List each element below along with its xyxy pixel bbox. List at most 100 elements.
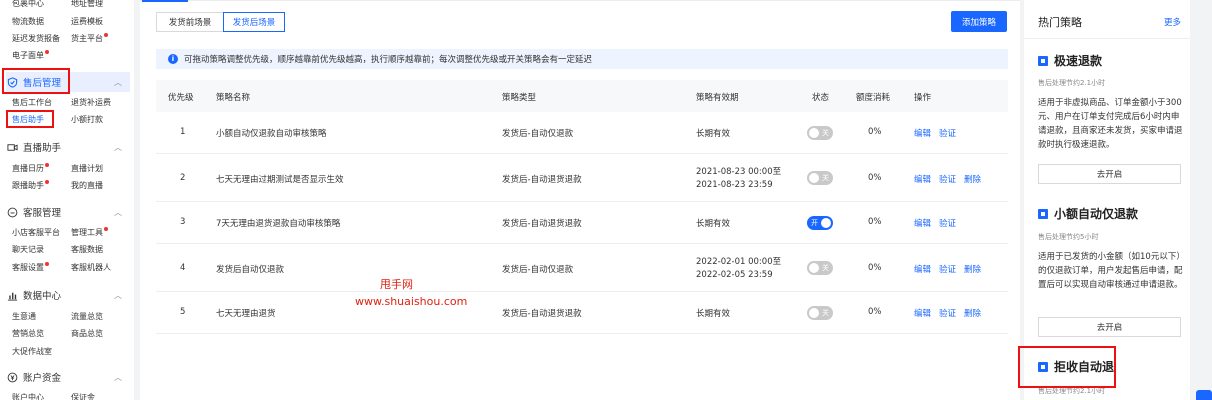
status-toggle[interactable]: 关 [807,306,833,320]
usage-cell: 0% [868,127,882,137]
highlight-box [6,110,54,128]
sidebar-item[interactable]: 跟播助手 [12,180,71,191]
operations-cell: 编辑 验证 删除 [914,263,989,275]
sidebar-item[interactable]: 小店客服平台 [12,227,71,238]
table-row[interactable]: 5 七天无理由退货 发货后-自动退货退款 长期有效 关 0% 编辑 验证 删除 [156,292,1008,334]
edit-link[interactable]: 编辑 [914,219,931,229]
column-header: 策略有效期 [696,93,739,103]
card-title-text: 小额自动仅退款 [1054,207,1139,221]
sidebar-row: 跟播助手 我的直播 [12,180,130,191]
status-toggle[interactable]: 开 [807,216,833,230]
table-row[interactable]: 2 七天无理由过期测试是否显示生效 发货后-自动退货退款 2021-08-23 … [156,154,1008,202]
verify-link[interactable]: 验证 [939,265,956,275]
new-dot [45,180,49,184]
strategy-name-cell: 发货后自动仅退款 [216,265,285,275]
card-subtitle: 售后处理节约2.1小时 [1038,79,1106,87]
chevron-up-icon[interactable]: ︿ [114,372,122,383]
add-strategy-button[interactable]: 添加策略 [951,11,1007,32]
validity-start-cell: 2022-02-01 00:00至 [696,257,782,267]
strategy-type-cell: 发货后-自动退货退款 [502,219,582,229]
sidebar-item[interactable]: 物流数据 [12,16,71,27]
delete-link[interactable]: 删除 [964,175,981,185]
sidebar-group-fund[interactable]: 账户资金 ︿ [6,367,130,387]
enable-button[interactable]: 去开启 [1038,317,1181,337]
validity-end-cell: 2021-08-23 23:59 [696,180,773,190]
enable-button[interactable]: 去开启 [1038,164,1181,184]
sidebar-item[interactable]: 客服数据 [71,244,130,255]
delete-link[interactable]: 删除 [964,265,981,275]
floating-tab[interactable] [1196,390,1212,400]
chevron-up-icon[interactable]: ︿ [114,77,122,88]
sidebar-item[interactable]: 大促作战室 [12,346,72,357]
column-header: 额度消耗 [856,93,891,103]
strategy-name-cell: 7天无理由退货退款自动审核策略 [216,219,341,229]
table-row[interactable]: 3 7天无理由退货退款自动审核策略 发货后-自动退货退款 长期有效 开 0% 编… [156,202,1008,244]
sidebar-group-cs[interactable]: 客服管理 ︿ [6,202,130,222]
strategy-name-cell: 小额自动仅退款自动审核策略 [216,129,327,139]
usage-cell: 0% [868,173,882,183]
status-toggle[interactable]: 关 [807,261,833,275]
sidebar-item[interactable]: 客服设置 [12,262,71,273]
sidebar-item[interactable]: 运费模板 [71,16,130,27]
status-toggle[interactable]: 关 [807,126,833,140]
edit-link[interactable]: 编辑 [914,265,931,275]
verify-link[interactable]: 验证 [939,129,956,139]
delete-link[interactable]: 删除 [964,309,981,319]
sidebar-item[interactable]: 商品总览 [71,328,130,339]
edit-link[interactable]: 编辑 [914,129,931,139]
table-row[interactable]: 4 发货后自动仅退款 发货后-自动仅退款 2022-02-01 00:00至 2… [156,244,1008,292]
priority-cell: 2 [180,173,186,183]
page: 包裹中心 地址管理 物流数据 运费模板 延迟发货报备 货主平台 电子面单 售后管… [0,0,1212,400]
strategy-name-cell: 七天无理由退货 [216,309,276,319]
status-toggle[interactable]: 关 [807,171,833,185]
chevron-up-icon[interactable]: ︿ [114,290,122,301]
sidebar-item[interactable]: 聊天记录 [12,244,71,255]
sidebar-item[interactable]: 保证金 [71,392,130,400]
new-dot [45,262,49,266]
card-title-text: 极速退款 [1054,54,1103,68]
chevron-up-icon[interactable]: ︿ [114,142,122,153]
sidebar-item[interactable]: 营销总览 [12,328,71,339]
verify-link[interactable]: 验证 [939,175,956,185]
sidebar-item[interactable]: 延迟发货报备 [12,33,71,44]
edit-link[interactable]: 编辑 [914,175,931,185]
sidebar-item[interactable]: 流量总览 [71,311,130,322]
sidebar-item[interactable]: 客服机器人 [71,262,130,273]
sidebar-group-data[interactable]: 数据中心 ︿ [6,285,130,305]
sidebar-item[interactable]: 账户中心 [12,392,71,400]
sidebar-item[interactable]: 直播计划 [71,163,130,174]
toggle-knob [809,308,819,318]
highlight-box [1018,346,1116,388]
usage-cell: 0% [868,263,882,273]
table-row[interactable]: 1 小额自动仅退款自动审核策略 发货后-自动仅退款 长期有效 关 0% 编辑 验证 [156,112,1008,154]
sidebar-item[interactable]: 包裹中心 [12,0,71,9]
sidebar-item[interactable]: 货主平台 [71,33,130,44]
tab-before-shipping[interactable]: 发货前场景 [156,12,224,32]
sidebar-item[interactable]: 直播日历 [12,163,71,174]
currency-icon [6,371,18,383]
sidebar-row: 包裹中心 地址管理 [12,0,130,9]
sidebar-item[interactable]: 地址管理 [71,0,130,9]
sidebar-item[interactable]: 小额打款 [71,114,130,125]
sidebar-item[interactable]: 管理工具 [71,227,130,238]
sidebar-group-live[interactable]: 直播助手 ︿ [6,137,130,157]
verify-link[interactable]: 验证 [939,219,956,229]
verify-link[interactable]: 验证 [939,309,956,319]
sidebar-item[interactable]: 生意通 [12,311,71,322]
edit-link[interactable]: 编辑 [914,309,931,319]
watermark-title: 甩手网 [380,278,413,291]
sidebar-item[interactable]: 售后工作台 [12,97,71,108]
column-header: 策略类型 [502,93,537,103]
chevron-up-icon[interactable]: ︿ [114,207,122,218]
tab-after-shipping[interactable]: 发货后场景 [223,12,285,32]
sidebar-item[interactable]: 电子面单 [12,50,72,61]
sidebar-item[interactable]: 我的直播 [71,180,130,191]
sidebar-row: 物流数据 运费模板 [12,16,130,27]
tab-underline [140,0,1020,2]
strategy-type-cell: 发货后-自动退货退款 [502,309,582,319]
sidebar-row: 售后工作台 退货补运费 [12,97,130,108]
toggle-label: 关 [822,309,829,317]
sidebar-item[interactable]: 退货补运费 [71,97,130,108]
smile-icon [6,206,18,218]
more-link[interactable]: 更多 [1164,16,1181,28]
